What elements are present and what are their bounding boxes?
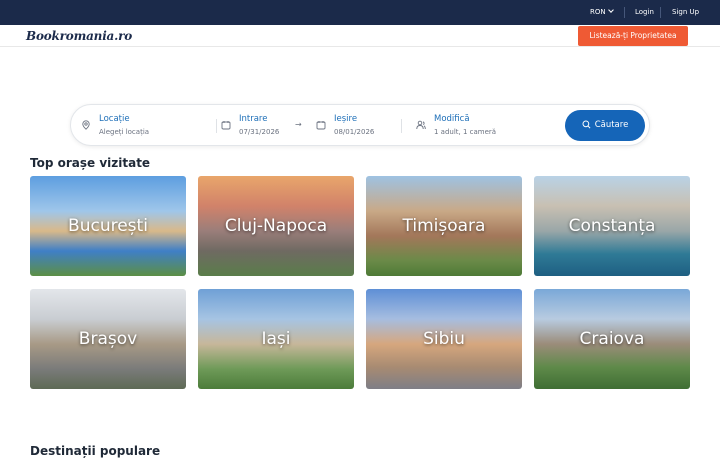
location-field[interactable]: Locație Alegeți locația xyxy=(81,105,216,145)
city-name: Brașov xyxy=(78,329,138,349)
currency-selector[interactable]: RON xyxy=(590,0,614,25)
arrow-right-icon: → xyxy=(295,120,302,129)
section-title-top-cities: Top orașe vizitate xyxy=(30,156,151,170)
checkout-field[interactable]: Ieșire 08/01/2026 xyxy=(316,105,396,145)
search-button-label: Căutare xyxy=(594,120,629,130)
city-card-craiova[interactable]: Craiova xyxy=(534,289,690,389)
city-name: Cluj-Napoca xyxy=(224,216,328,236)
search-button[interactable]: Căutare xyxy=(565,110,645,141)
section-title-popular: Destinații populare xyxy=(30,444,161,458)
login-link[interactable]: Login xyxy=(635,0,654,25)
logo[interactable]: Bookromania.ro xyxy=(26,29,132,43)
checkin-label: Intrare xyxy=(239,114,268,124)
list-property-button[interactable]: Listează-ți Proprietatea xyxy=(578,26,688,46)
users-icon xyxy=(416,120,426,130)
city-name: Timișoara xyxy=(402,216,486,236)
signup-link[interactable]: Sign Up xyxy=(672,0,699,25)
city-card-constanta[interactable]: Constanța xyxy=(534,176,690,276)
guests-field[interactable]: Modifică 1 adult, 1 cameră xyxy=(416,105,536,145)
checkout-date: 08/01/2026 xyxy=(334,128,375,136)
calendar-icon xyxy=(316,121,326,130)
checkout-label: Ieșire xyxy=(334,114,358,124)
checkin-field[interactable]: Intrare 07/31/2026 xyxy=(221,105,301,145)
header: Bookromania.ro Listează-ți Proprietatea xyxy=(0,25,720,47)
divider xyxy=(401,119,402,133)
currency-label: RON xyxy=(590,8,606,16)
city-card-cluj-napoca[interactable]: Cluj-Napoca xyxy=(198,176,354,276)
divider xyxy=(624,7,625,18)
guests-label: Modifică xyxy=(434,114,470,124)
city-name: Constanța xyxy=(568,216,656,236)
location-input[interactable]: Alegeți locația xyxy=(99,128,149,136)
search-icon xyxy=(582,120,591,129)
location-pin-icon xyxy=(82,120,90,130)
city-name: Iași xyxy=(261,329,291,349)
location-label: Locație xyxy=(99,114,130,124)
guests-value: 1 adult, 1 cameră xyxy=(434,128,497,136)
city-name: București xyxy=(68,216,148,236)
top-bar: RON Login Sign Up xyxy=(0,0,720,25)
city-card-brasov[interactable]: Brașov xyxy=(30,289,186,389)
checkin-date: 07/31/2026 xyxy=(239,128,280,136)
divider xyxy=(660,7,661,18)
city-card-bucuresti[interactable]: București xyxy=(30,176,186,276)
search-bar: Locație Alegeți locația Intrare 07/31/20… xyxy=(70,104,650,146)
city-card-iasi[interactable]: Iași xyxy=(198,289,354,389)
city-card-sibiu[interactable]: Sibiu xyxy=(366,289,522,389)
chevron-down-icon xyxy=(607,7,614,13)
city-card-timisoara[interactable]: Timișoara xyxy=(366,176,522,276)
city-name: Sibiu xyxy=(423,329,465,349)
calendar-icon xyxy=(221,121,231,130)
city-name: Craiova xyxy=(579,329,645,349)
divider xyxy=(216,119,217,133)
